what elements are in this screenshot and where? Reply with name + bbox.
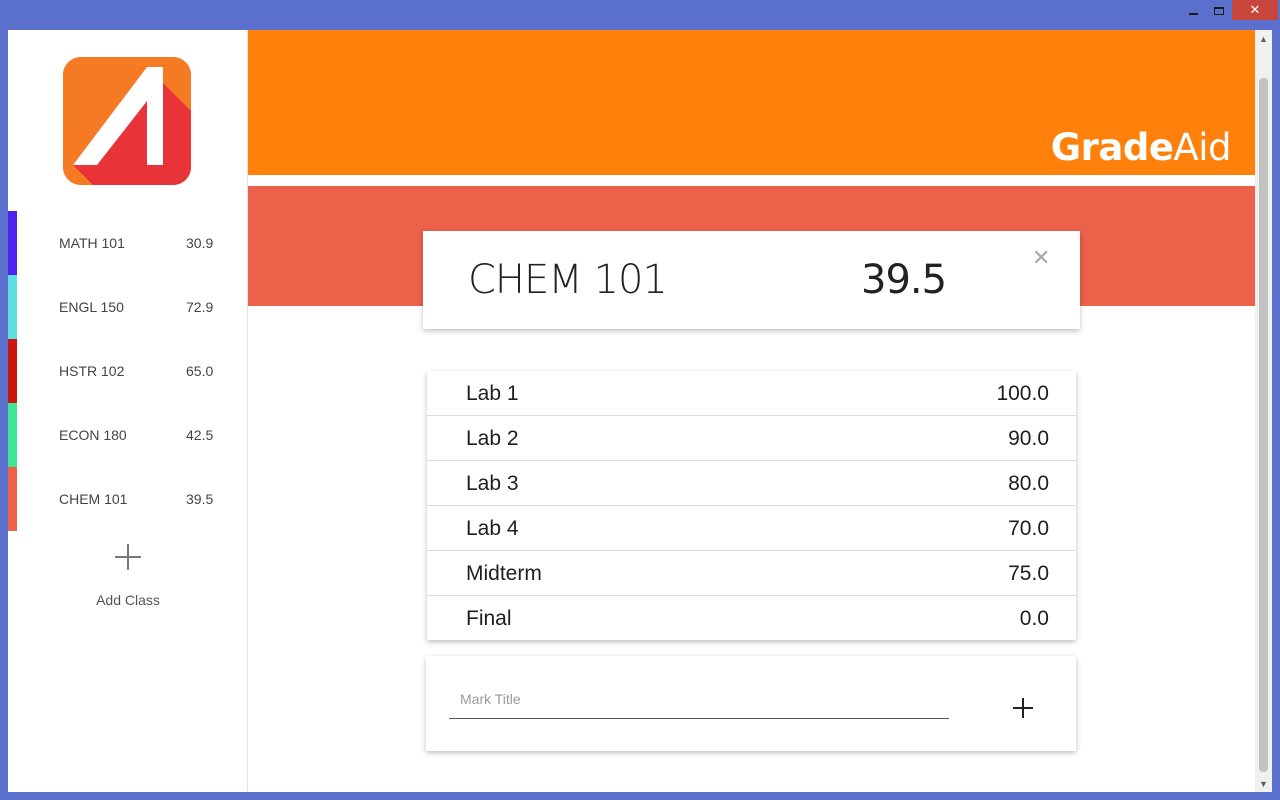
maximize-icon xyxy=(1214,7,1224,15)
minimize-button[interactable] xyxy=(1180,0,1206,22)
mark-value: 70.0 xyxy=(1008,517,1049,540)
close-icon: ✕ xyxy=(1249,2,1261,18)
sidebar-item-math-101[interactable]: MATH 101 30.9 xyxy=(8,211,248,275)
class-grade: 39.5 xyxy=(186,491,214,507)
mark-title: Lab 1 xyxy=(466,382,519,405)
brand-title-bold: Grade xyxy=(1050,126,1174,169)
mark-value: 0.0 xyxy=(1019,607,1049,630)
app-logo xyxy=(63,57,191,185)
class-color-indicator xyxy=(8,339,17,403)
marks-list: Lab 1 100.0 Lab 2 90.0 Lab 3 80.0 Lab 4 70.0 Mid… xyxy=(427,371,1076,640)
scroll-thumb[interactable] xyxy=(1259,78,1268,772)
mark-value: 75.0 xyxy=(1008,562,1049,585)
close-window-button[interactable]: ✕ xyxy=(1232,0,1278,20)
mark-value: 100.0 xyxy=(996,382,1049,405)
class-color-indicator xyxy=(8,467,17,531)
sidebar-item-engl-150[interactable]: ENGL 150 72.9 xyxy=(8,275,248,339)
class-grade: 30.9 xyxy=(186,235,214,251)
plus-icon-v xyxy=(1022,698,1024,718)
class-grade: 65.0 xyxy=(186,363,214,379)
sidebar-item-chem-101[interactable]: CHEM 101 39.5 xyxy=(8,467,248,531)
class-grade: 39.5 xyxy=(861,257,947,303)
add-mark-card xyxy=(426,656,1076,751)
mark-title: Midterm xyxy=(466,562,542,585)
mark-row[interactable]: Midterm 75.0 xyxy=(427,551,1076,596)
brand-title: GradeAid xyxy=(1050,126,1232,169)
brand-title-light: Aid xyxy=(1173,126,1231,169)
class-color-indicator xyxy=(8,211,17,275)
add-class-label: Add Class xyxy=(96,592,160,608)
sidebar: MATH 101 30.9 ENGL 150 72.9 HSTR 102 65.0 ECON… xyxy=(8,30,248,792)
mark-title: Lab 4 xyxy=(466,517,519,540)
class-summary-card: CHEM 101 39.5 ✕ xyxy=(423,231,1080,329)
class-name: ECON 180 xyxy=(59,427,127,443)
mark-title: Lab 2 xyxy=(466,427,519,450)
mark-row[interactable]: Lab 3 80.0 xyxy=(427,461,1076,506)
mark-value: 90.0 xyxy=(1008,427,1049,450)
class-name: CHEM 101 xyxy=(59,491,128,507)
app-header: GradeAid xyxy=(248,30,1255,175)
mark-row[interactable]: Lab 2 90.0 xyxy=(427,416,1076,461)
class-grade: 42.5 xyxy=(186,427,214,443)
scroll-down-icon[interactable]: ▼ xyxy=(1255,775,1272,792)
mark-row[interactable]: Final 0.0 xyxy=(427,596,1076,641)
mark-value: 80.0 xyxy=(1008,472,1049,495)
mark-title: Lab 3 xyxy=(466,472,519,495)
class-color-indicator xyxy=(8,275,17,339)
logo-icon xyxy=(63,57,191,185)
mark-row[interactable]: Lab 1 100.0 xyxy=(427,371,1076,416)
class-name: HSTR 102 xyxy=(59,363,125,379)
add-class-button[interactable]: Add Class xyxy=(78,542,178,622)
mark-title-input[interactable] xyxy=(449,679,949,719)
app-window: MATH 101 30.9 ENGL 150 72.9 HSTR 102 65.0 ECON… xyxy=(8,30,1272,792)
class-title: CHEM 101 xyxy=(468,257,668,303)
class-color-indicator xyxy=(8,403,17,467)
close-icon[interactable]: ✕ xyxy=(1032,246,1050,271)
mark-title: Final xyxy=(466,607,512,630)
class-name: ENGL 150 xyxy=(59,299,124,315)
vertical-scrollbar[interactable]: ▲ ▼ xyxy=(1255,30,1272,792)
mark-row[interactable]: Lab 4 70.0 xyxy=(427,506,1076,551)
window-titlebar: ✕ xyxy=(0,0,1280,30)
maximize-button[interactable] xyxy=(1206,0,1232,22)
class-name: MATH 101 xyxy=(59,235,125,251)
sidebar-item-hstr-102[interactable]: HSTR 102 65.0 xyxy=(8,339,248,403)
plus-icon xyxy=(113,542,143,572)
add-mark-button[interactable] xyxy=(1003,689,1043,729)
minimize-icon xyxy=(1188,13,1198,15)
sidebar-item-econ-180[interactable]: ECON 180 42.5 xyxy=(8,403,248,467)
class-grade: 72.9 xyxy=(186,299,214,315)
scroll-up-icon[interactable]: ▲ xyxy=(1255,30,1272,47)
